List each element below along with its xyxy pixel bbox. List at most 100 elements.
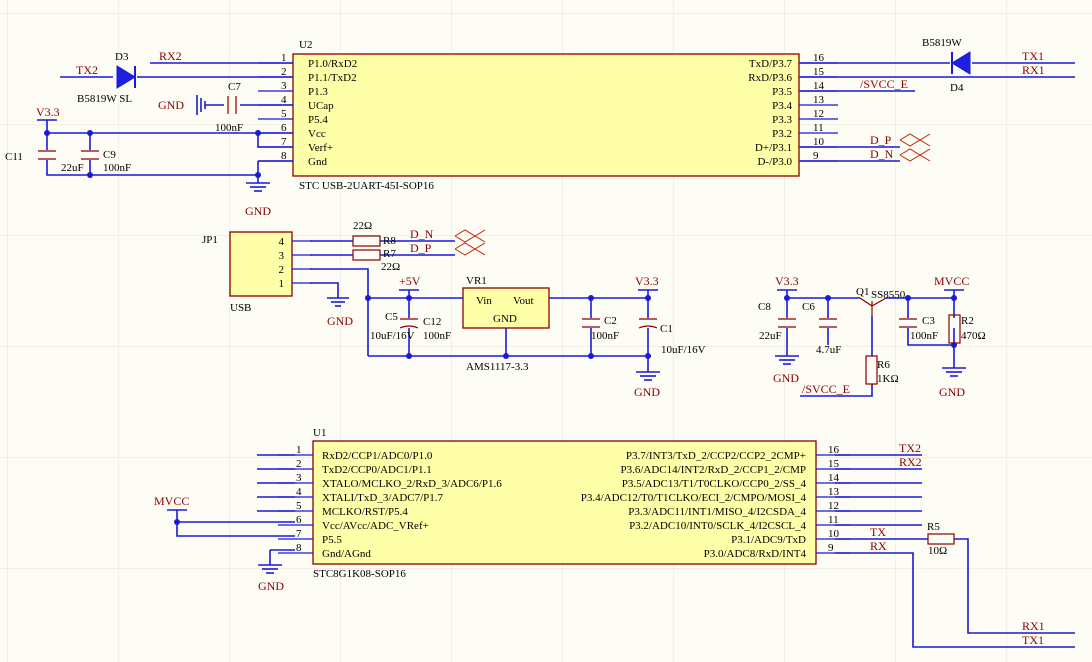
- c12-ref: C12: [423, 316, 441, 328]
- mvcc-label-r2: MVCC: [934, 274, 969, 288]
- v5-label: +5V: [399, 274, 421, 288]
- r2-value: 470Ω: [961, 330, 986, 342]
- u2-ref: U2: [299, 39, 312, 51]
- net-dn-usb: D_N: [410, 227, 434, 241]
- c2-value: 100nF: [591, 330, 619, 342]
- u2-pin-number: 3: [281, 80, 287, 92]
- u1-pin-number: 9: [828, 542, 834, 554]
- u1-name: STC8G1K08-SOP16: [313, 568, 406, 580]
- c6-ref: C6: [802, 301, 815, 313]
- u2-pin-label: P1.0/RxD2: [308, 58, 357, 70]
- u1-pin-label: P5.5: [322, 534, 342, 546]
- net-rx1-u2: RX1: [1022, 63, 1045, 77]
- gnd-label-c8: GND: [773, 371, 799, 385]
- vr1-ref: VR1: [466, 275, 487, 287]
- c7-value: 100nF: [215, 122, 243, 134]
- v33-label-u2: V3.3: [36, 105, 60, 119]
- r7-value: 22Ω: [381, 261, 400, 273]
- jp1-pin-number: 4: [279, 236, 285, 248]
- d3-name: B5819W SL: [77, 93, 132, 105]
- u1-pin-label: P3.4/ADC12/T0/T1CLKO/ECI_2/CMPO/MOSI_4: [581, 492, 807, 504]
- r6-ref: R6: [877, 359, 890, 371]
- u2-name: STC USB-2UART-45I-SOP16: [299, 180, 434, 192]
- u1-pin-label: P3.7/INT3/TxD_2/CCP2/CCP2_2CMP+: [626, 450, 806, 462]
- c8-value: 22uF: [759, 330, 782, 342]
- c6-value: 4.7uF: [816, 344, 841, 356]
- c12-value: 100nF: [423, 330, 451, 342]
- mvcc-label-u1: MVCC: [154, 494, 189, 508]
- u2-pin-label: RxD/P3.6: [748, 72, 792, 84]
- u2-pin-label: Gnd: [308, 156, 327, 168]
- u1-pin-label: Gnd/AGnd: [322, 548, 371, 560]
- vr1-vin: Vin: [476, 295, 492, 307]
- u1-pin-label: XTALO/MCLKO_2/RxD_3/ADC6/P1.6: [322, 478, 502, 490]
- c3-ref: C3: [922, 315, 935, 327]
- d4-name: B5819W: [922, 37, 962, 49]
- q1-name: SS8550: [871, 289, 906, 301]
- u2-pin-label: P5.4: [308, 114, 328, 126]
- net-dn-u2: D_N: [870, 147, 894, 161]
- c3-value: 100nF: [910, 330, 938, 342]
- vr1-vout: Vout: [513, 295, 534, 307]
- v33-label-vr1: V3.3: [635, 274, 659, 288]
- jp1-pin-number: 1: [279, 278, 285, 290]
- r2-ref: R2: [961, 315, 974, 327]
- vr1-name: AMS1117-3.3: [466, 361, 529, 373]
- net-tx1-u1: TX1: [1022, 633, 1044, 647]
- gnd-label-vr1: GND: [634, 385, 660, 399]
- u1-pin-label: Vcc/AVcc/ADC_VRef+: [322, 520, 429, 532]
- jp1-pin-number: 3: [279, 250, 285, 262]
- u1-pin-label: TxD2/CCP0/ADC1/P1.1: [322, 464, 432, 476]
- net-tx2-u1: TX2: [899, 441, 921, 455]
- u2-pin-label: P1.1/TxD2: [308, 72, 357, 84]
- net-tx1-u2: TX1: [1022, 49, 1044, 63]
- vr1-gnd: GND: [493, 313, 517, 325]
- u2-pin-label: TxD/P3.7: [749, 58, 793, 70]
- c1-value: 10uF/16V: [661, 344, 706, 356]
- u2-pin-label: P3.5: [772, 86, 792, 98]
- u1-pin-number: 8: [296, 542, 302, 554]
- u2-pin-label: UCap: [308, 100, 334, 112]
- jp1-ref: JP1: [202, 234, 218, 246]
- net-rx2-u2: RX2: [159, 49, 182, 63]
- u2-pin-number: 12: [813, 108, 824, 120]
- net-tx2-u2: TX2: [76, 63, 98, 77]
- u1-pin-label: RxD2/CCP1/ADC0/P1.0: [322, 450, 433, 462]
- u1-pin-number: 7: [296, 528, 302, 540]
- u1-pin-label: P3.1/ADC9/TxD: [731, 534, 806, 546]
- c8-ref: C8: [758, 301, 771, 313]
- u2-chip[interactable]: U2 STC USB-2UART-45I-SOP16 1 P1.0/RxD22 P1…: [258, 39, 838, 192]
- schematic-canvas: U2 STC USB-2UART-45I-SOP16 1 P1.0/RxD2 2 P1…: [0, 0, 1092, 662]
- u1-pin-label: XTALI/TxD_3/ADC7/P1.7: [322, 492, 444, 504]
- u2-pin-label: P3.3: [772, 114, 792, 126]
- c2-ref: C2: [604, 315, 617, 327]
- gnd-label-u1: GND: [258, 579, 284, 593]
- u2-pin-label: P3.4: [772, 100, 792, 112]
- c9-value: 100nF: [103, 162, 131, 174]
- gnd-label-c7: GND: [158, 98, 184, 112]
- u1-pin-label: P3.2/ADC10/INT0/SCLK_4/I2CSCL_4: [629, 520, 806, 532]
- u1-pin-label: P3.0/ADC8/RxD/INT4: [704, 548, 807, 560]
- c9-ref: C9: [103, 149, 116, 161]
- u2-pin-label: D-/P3.0: [757, 156, 792, 168]
- u1-pin-number: 4: [296, 486, 302, 498]
- gnd-label-u2: GND: [245, 204, 271, 218]
- r6-value: 1KΩ: [877, 373, 899, 385]
- u1-pin-number: 5: [296, 500, 302, 512]
- c5-ref: C5: [385, 311, 398, 323]
- c5-value: 10uF/16V: [370, 330, 415, 342]
- jp1-name: USB: [230, 302, 251, 314]
- d3-ref: D3: [115, 51, 129, 63]
- u2-pin-label: Vcc: [308, 128, 326, 140]
- v33-label-c8: V3.3: [775, 274, 799, 288]
- u1-pin-number: 6: [296, 514, 302, 526]
- net-rx-u1: RX: [870, 539, 887, 553]
- gnd-label-r2: GND: [939, 385, 965, 399]
- net-tx-u1: TX: [870, 525, 886, 539]
- u1-ref: U1: [313, 427, 326, 439]
- c1-ref: C1: [660, 323, 673, 335]
- u1-chip[interactable]: U1 STC8G1K08-SOP16 1 RxD2/CCP1/ADC0/P1.0 2…: [278, 427, 850, 580]
- u2-pin-number: 11: [813, 122, 824, 134]
- q1-ref: Q1: [856, 286, 869, 298]
- u1-pin-label: P3.5/ADC13/T1/T0CLKO/CCP0_2/SS_4: [622, 478, 807, 490]
